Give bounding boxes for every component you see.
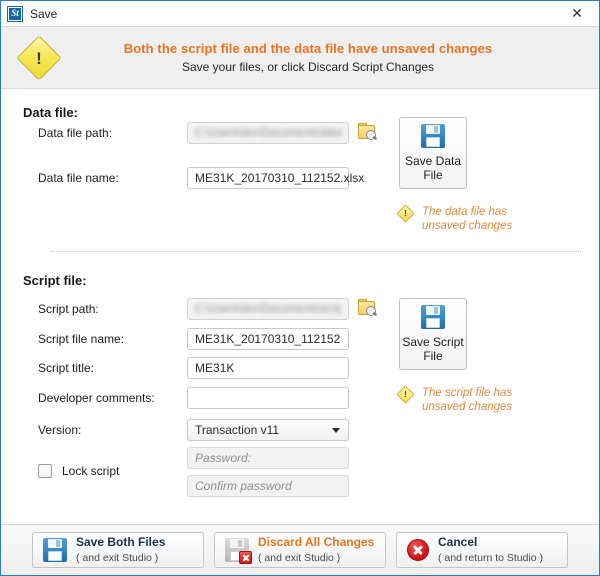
data-file-unsaved-text: The data file has unsaved changes bbox=[422, 206, 513, 232]
script-title-label: Script title: bbox=[38, 361, 95, 375]
save-both-files-label: Save Both Files bbox=[76, 535, 166, 550]
discard-all-changes-sublabel: ( and exit Studio ) bbox=[258, 551, 341, 564]
cancel-button[interactable]: Cancel ( and return to Studio ) bbox=[396, 532, 568, 568]
save-data-file-caption: Save Data File bbox=[405, 154, 461, 182]
cancel-label: Cancel bbox=[438, 535, 478, 550]
save-script-file-caption: Save Script File bbox=[402, 335, 463, 363]
title-bar: St Save ✕ bbox=[1, 1, 599, 27]
cancel-texts: Cancel ( and return to Studio ) bbox=[438, 535, 544, 564]
banner-heading: Both the script file and the data file h… bbox=[123, 41, 493, 56]
save-script-file-caption-line2: File bbox=[423, 349, 443, 363]
discard-all-changes-button[interactable]: Discard All Changes ( and exit Studio ) bbox=[214, 532, 386, 568]
floppy-label bbox=[426, 318, 440, 328]
mini-warning-diamond-icon bbox=[396, 204, 415, 223]
password-input[interactable]: Password: bbox=[187, 447, 349, 469]
save-both-files-button[interactable]: Save Both Files ( and exit Studio ) bbox=[32, 532, 204, 568]
banner-subheading: Save your files, or click Discard Script… bbox=[181, 60, 435, 74]
warning-icon-wrap bbox=[1, 34, 77, 81]
save-script-file-button[interactable]: Save Script File bbox=[399, 298, 467, 370]
floppy-label bbox=[48, 551, 62, 561]
floppy-shutter bbox=[426, 306, 440, 315]
close-icon[interactable]: ✕ bbox=[555, 1, 599, 26]
floppy-shutter bbox=[48, 539, 62, 548]
confirm-password-input[interactable]: Confirm password bbox=[187, 475, 349, 497]
save-data-file-caption-line1: Save Data bbox=[404, 154, 462, 168]
mini-warning-diamond-icon bbox=[396, 385, 415, 404]
data-file-path-value: C:\Users\dev\Documents\data bbox=[195, 127, 341, 139]
save-script-file-caption-line1: Save Script bbox=[402, 335, 464, 349]
data-file-name-label: Data file name: bbox=[38, 171, 119, 185]
warning-diamond-icon bbox=[16, 34, 62, 81]
data-file-section-title: Data file: bbox=[23, 105, 78, 120]
cancel-circle-icon bbox=[407, 539, 429, 561]
script-file-section-title: Script file: bbox=[23, 273, 87, 288]
studio-logo-icon: St bbox=[7, 5, 23, 22]
version-label: Version: bbox=[38, 423, 82, 437]
script-file-unsaved-text: The script file has unsaved changes bbox=[422, 387, 513, 413]
script-file-name-label: Script file name: bbox=[38, 332, 125, 346]
version-dropdown-value: Transaction v11 bbox=[195, 423, 280, 437]
floppy-icon bbox=[421, 305, 445, 329]
script-browse-folder-icon[interactable] bbox=[358, 299, 378, 318]
lock-script-row[interactable]: Lock script bbox=[38, 464, 119, 478]
chevron-down-icon bbox=[332, 428, 340, 433]
developer-comments-label: Developer comments: bbox=[38, 391, 155, 405]
floppy-discard-icon bbox=[225, 538, 252, 564]
script-file-name-input[interactable]: ME31K_20170310_112152 bbox=[187, 328, 349, 350]
script-path-value: C:\Users\dev\Documents\scripts bbox=[195, 303, 341, 315]
lock-script-checkbox[interactable] bbox=[38, 464, 52, 478]
discard-all-changes-texts: Discard All Changes ( and exit Studio ) bbox=[258, 535, 375, 564]
save-both-files-sublabel: ( and exit Studio ) bbox=[76, 551, 159, 564]
window-title: Save bbox=[30, 6, 58, 21]
floppy-graphic bbox=[43, 538, 67, 562]
save-data-file-caption-line2: File bbox=[423, 168, 443, 182]
script-title-input[interactable]: ME31K bbox=[187, 357, 349, 379]
floppy-shutter bbox=[230, 539, 244, 548]
save-both-files-texts: Save Both Files ( and exit Studio ) bbox=[76, 535, 166, 564]
script-path-label: Script path: bbox=[38, 302, 99, 316]
save-dialog-window: St Save ✕ Both the script file and the d… bbox=[0, 0, 600, 576]
floppy-label bbox=[426, 137, 440, 147]
cancel-sublabel: ( and return to Studio ) bbox=[438, 551, 544, 564]
version-dropdown[interactable]: Transaction v11 bbox=[187, 419, 349, 441]
floppy-icon bbox=[43, 538, 67, 562]
dialog-footer: Save Both Files ( and exit Studio ) Disc… bbox=[1, 524, 599, 575]
data-file-name-input[interactable]: ME31K_20170310_112152.xlsx bbox=[187, 167, 364, 189]
data-file-browse-folder-icon[interactable] bbox=[358, 123, 378, 142]
section-divider bbox=[51, 251, 581, 252]
data-file-unsaved-note: The data file has unsaved changes bbox=[396, 204, 579, 233]
floppy-shutter bbox=[426, 125, 440, 134]
discard-all-changes-label: Discard All Changes bbox=[258, 535, 375, 550]
dialog-body: Data file: Data file path: C:\Users\dev\… bbox=[1, 89, 599, 524]
script-path-input[interactable]: C:\Users\dev\Documents\scripts bbox=[187, 298, 349, 320]
data-file-path-label: Data file path: bbox=[38, 126, 113, 140]
save-data-file-button[interactable]: Save Data File bbox=[399, 117, 467, 189]
data-file-path-input[interactable]: C:\Users\dev\Documents\data bbox=[187, 122, 349, 144]
warning-banner: Both the script file and the data file h… bbox=[1, 27, 599, 89]
banner-text-block: Both the script file and the data file h… bbox=[77, 41, 599, 74]
developer-comments-input[interactable] bbox=[187, 387, 349, 409]
lock-script-label: Lock script bbox=[62, 464, 120, 478]
studio-logo-text: St bbox=[9, 7, 21, 20]
script-file-unsaved-note: The script file has unsaved changes bbox=[396, 385, 579, 414]
red-x-badge-icon bbox=[239, 551, 252, 564]
floppy-icon bbox=[421, 124, 445, 148]
